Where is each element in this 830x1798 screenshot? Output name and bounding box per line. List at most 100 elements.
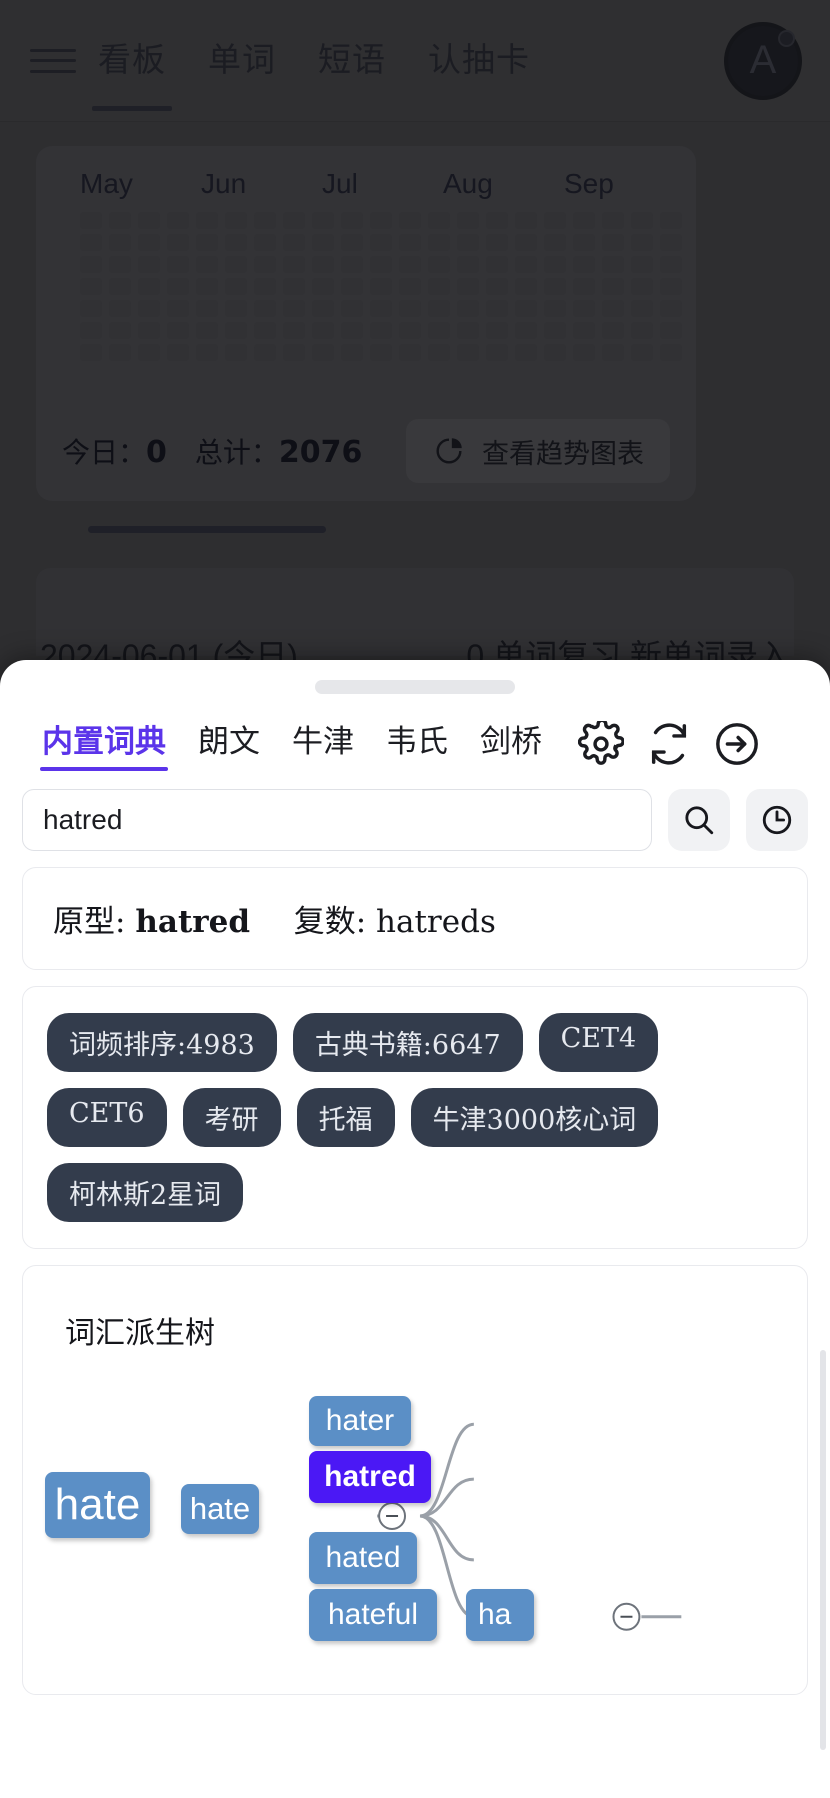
heatmap-cell[interactable] — [573, 234, 595, 251]
heatmap-cell[interactable] — [167, 212, 189, 229]
heatmap-cell[interactable] — [80, 322, 102, 339]
tree-node-ha[interactable]: ha — [466, 1589, 534, 1641]
heatmap-cell[interactable] — [428, 212, 450, 229]
heatmap-cell[interactable] — [283, 234, 305, 251]
heatmap-cell[interactable] — [544, 278, 566, 295]
heatmap-cell[interactable] — [486, 256, 508, 273]
word-tag[interactable]: CET6 — [47, 1088, 167, 1147]
heatmap-cell[interactable] — [167, 300, 189, 317]
heatmap-cell[interactable] — [602, 256, 624, 273]
heatmap-cell[interactable] — [254, 322, 276, 339]
heatmap-cell[interactable] — [225, 278, 247, 295]
view-trend-chart-button[interactable]: 查看趋势图表 — [406, 419, 670, 483]
heatmap-cell[interactable] — [660, 344, 682, 361]
heatmap-cell[interactable] — [225, 256, 247, 273]
heatmap-cell[interactable] — [631, 278, 653, 295]
heatmap-cell[interactable] — [486, 278, 508, 295]
heatmap-cell[interactable] — [225, 322, 247, 339]
heatmap-cell[interactable] — [660, 300, 682, 317]
heatmap-cell[interactable] — [370, 300, 392, 317]
nav-tab-phrases[interactable]: 短语 — [318, 33, 386, 89]
heatmap-cell[interactable] — [457, 256, 479, 273]
heatmap-cell[interactable] — [312, 256, 334, 273]
heatmap-cell[interactable] — [312, 300, 334, 317]
tab-oxford[interactable]: 牛津 — [276, 716, 370, 771]
heatmap-cell[interactable] — [399, 300, 421, 317]
heatmap-cell[interactable] — [631, 234, 653, 251]
nav-tab-flashcards[interactable]: 认抽卡 — [428, 33, 530, 89]
word-tag[interactable]: 词频排序:4983 — [47, 1013, 277, 1072]
heatmap-cell[interactable] — [138, 278, 160, 295]
heatmap-cell[interactable] — [370, 256, 392, 273]
heatmap-cell[interactable] — [225, 300, 247, 317]
tab-longman[interactable]: 朗文 — [182, 716, 276, 771]
gear-icon[interactable] — [577, 718, 625, 767]
heatmap-cell[interactable] — [515, 344, 537, 361]
heatmap-cell[interactable] — [602, 234, 624, 251]
heatmap-cell[interactable] — [457, 212, 479, 229]
heatmap-cell[interactable] — [312, 212, 334, 229]
heatmap-cell[interactable] — [196, 212, 218, 229]
heatmap-cell[interactable] — [80, 344, 102, 361]
heatmap-cell[interactable] — [138, 300, 160, 317]
heatmap-cell[interactable] — [399, 234, 421, 251]
sheet-scrollbar[interactable] — [820, 1350, 826, 1750]
heatmap-cell[interactable] — [283, 344, 305, 361]
heatmap-cell[interactable] — [196, 322, 218, 339]
word-tag[interactable]: 考研 — [182, 1088, 281, 1147]
heatmap-cell[interactable] — [341, 344, 363, 361]
heatmap-cell[interactable] — [457, 344, 479, 361]
heatmap-cell[interactable] — [109, 344, 131, 361]
heatmap-cell[interactable] — [138, 344, 160, 361]
word-tag[interactable]: 柯林斯2星词 — [47, 1163, 244, 1222]
heatmap-cell[interactable] — [312, 278, 334, 295]
heatmap-cell[interactable] — [283, 300, 305, 317]
heatmap-cell[interactable] — [196, 344, 218, 361]
heatmap-cell[interactable] — [660, 278, 682, 295]
avatar[interactable]: A — [724, 21, 802, 100]
heatmap-cell[interactable] — [167, 278, 189, 295]
heatmap-cell[interactable] — [515, 300, 537, 317]
heatmap-cell[interactable] — [312, 234, 334, 251]
heatmap-cell[interactable] — [254, 234, 276, 251]
heatmap-cell[interactable] — [109, 278, 131, 295]
heatmap-cell[interactable] — [544, 300, 566, 317]
heatmap-cell[interactable] — [602, 322, 624, 339]
heatmap-cell[interactable] — [573, 322, 595, 339]
heatmap-cell[interactable] — [428, 256, 450, 273]
tree-node-hateful[interactable]: hateful — [309, 1589, 437, 1641]
heatmap-cell[interactable] — [631, 300, 653, 317]
heatmap-cell[interactable] — [370, 278, 392, 295]
heatmap-cell[interactable] — [544, 256, 566, 273]
search-history-button[interactable] — [746, 789, 808, 851]
heatmap-cell[interactable] — [602, 212, 624, 229]
heatmap-cell[interactable] — [370, 344, 392, 361]
heatmap-cell[interactable] — [80, 212, 102, 229]
heatmap-cell[interactable] — [80, 234, 102, 251]
heatmap-cell[interactable] — [167, 344, 189, 361]
heatmap-cell[interactable] — [225, 234, 247, 251]
heatmap-cell[interactable] — [341, 212, 363, 229]
hamburger-menu-icon[interactable] — [30, 44, 76, 78]
heatmap-cell[interactable] — [399, 322, 421, 339]
heatmap-cell[interactable] — [573, 300, 595, 317]
heatmap-cell[interactable] — [544, 212, 566, 229]
heatmap-cell[interactable] — [254, 300, 276, 317]
heatmap-cell[interactable] — [196, 278, 218, 295]
heatmap-cell[interactable] — [515, 234, 537, 251]
heatmap-cell[interactable] — [428, 234, 450, 251]
refresh-icon[interactable] — [646, 721, 692, 767]
heatmap-cell[interactable] — [399, 256, 421, 273]
nav-tab-words[interactable]: 单词 — [208, 33, 276, 89]
heatmap-cell[interactable] — [167, 234, 189, 251]
heatmap-cell[interactable] — [573, 344, 595, 361]
heatmap-cell[interactable] — [254, 212, 276, 229]
heatmap-cell[interactable] — [457, 300, 479, 317]
heatmap-cell[interactable] — [80, 278, 102, 295]
heatmap-cell[interactable] — [573, 212, 595, 229]
heatmap-cell[interactable] — [399, 344, 421, 361]
heatmap-cell[interactable] — [660, 234, 682, 251]
heatmap-cell[interactable] — [631, 212, 653, 229]
heatmap-cell[interactable] — [573, 278, 595, 295]
nav-tab-dashboard[interactable]: 看板 — [92, 33, 172, 111]
